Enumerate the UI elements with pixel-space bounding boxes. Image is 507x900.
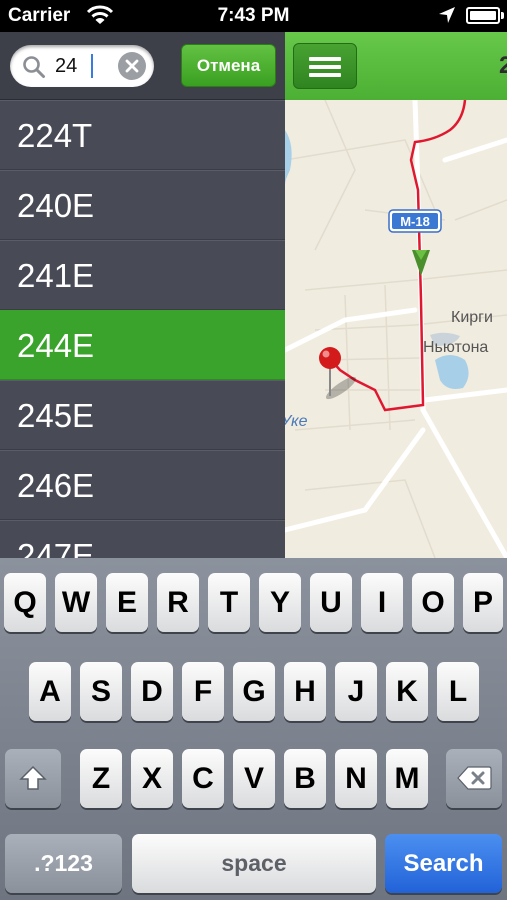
key-d[interactable]: D (131, 662, 173, 721)
menu-button[interactable] (293, 43, 357, 89)
route-item-selected[interactable]: 244E (0, 310, 285, 380)
key-w[interactable]: W (55, 573, 97, 632)
search-icon (22, 55, 46, 84)
key-r[interactable]: R (157, 573, 199, 632)
key-n[interactable]: N (335, 749, 377, 808)
key-i[interactable]: I (361, 573, 403, 632)
road-shield: M-18 (388, 209, 442, 233)
status-bar: Carrier 7:43 PM (0, 0, 507, 32)
key-t[interactable]: T (208, 573, 250, 632)
key-b[interactable]: B (284, 749, 326, 808)
search-field[interactable]: 24 (10, 45, 154, 87)
map-view[interactable]: M-18 Кирги Ньютона Уке (285, 100, 507, 558)
clock: 7:43 PM (217, 5, 290, 26)
key-o[interactable]: O (412, 573, 454, 632)
shift-key[interactable] (5, 749, 61, 808)
location-arrow-icon (438, 6, 456, 30)
route-item[interactable]: 224T (0, 100, 285, 170)
key-g[interactable]: G (233, 662, 275, 721)
key-a[interactable]: A (29, 662, 71, 721)
backspace-key[interactable] (446, 749, 502, 808)
keyboard: Q W E R T Y U I O P A S D F G H J K L Z … (0, 558, 507, 900)
key-v[interactable]: V (233, 749, 275, 808)
backspace-icon (456, 765, 492, 798)
route-item[interactable]: 247E (0, 520, 285, 558)
key-j[interactable]: J (335, 662, 377, 721)
space-key[interactable]: space (132, 834, 376, 893)
street-label: Кирги (451, 309, 493, 326)
route-list: 224T 240E 241E 244E 245E 246E 247E (0, 100, 285, 558)
route-item[interactable]: 246E (0, 450, 285, 520)
shift-icon (18, 765, 48, 799)
key-l[interactable]: L (437, 662, 479, 721)
route-item[interactable]: 245E (0, 380, 285, 450)
clear-icon[interactable] (118, 52, 146, 80)
numbers-key[interactable]: .?123 (5, 834, 122, 893)
key-m[interactable]: M (386, 749, 428, 808)
key-y[interactable]: Y (259, 573, 301, 632)
key-f[interactable]: F (182, 662, 224, 721)
key-h[interactable]: H (284, 662, 326, 721)
header-title-partial: 2 (499, 52, 507, 79)
text-caret (91, 54, 93, 78)
map-panel[interactable]: 2 M-18 Кирги Ньютона ке (285, 32, 507, 558)
route-item[interactable]: 241E (0, 240, 285, 310)
search-key[interactable]: Search (385, 834, 502, 893)
key-x[interactable]: X (131, 749, 173, 808)
key-z[interactable]: Z (80, 749, 122, 808)
battery-tip (501, 12, 504, 19)
search-input[interactable]: 24 (55, 55, 77, 78)
cancel-button[interactable]: Отмена (181, 44, 276, 87)
key-u[interactable]: U (310, 573, 352, 632)
key-c[interactable]: C (182, 749, 224, 808)
search-bar: 24 Отмена (0, 32, 285, 100)
key-p[interactable]: P (463, 573, 503, 632)
route-item[interactable]: 240E (0, 170, 285, 240)
street-label: Уке (285, 413, 308, 430)
key-q[interactable]: Q (4, 573, 46, 632)
key-e[interactable]: E (106, 573, 148, 632)
road-label: M-18 (400, 214, 430, 229)
key-k[interactable]: K (386, 662, 428, 721)
key-s[interactable]: S (80, 662, 122, 721)
battery-icon (466, 7, 500, 24)
street-label: Ньютона (423, 339, 488, 356)
map-header: 2 (285, 32, 507, 100)
